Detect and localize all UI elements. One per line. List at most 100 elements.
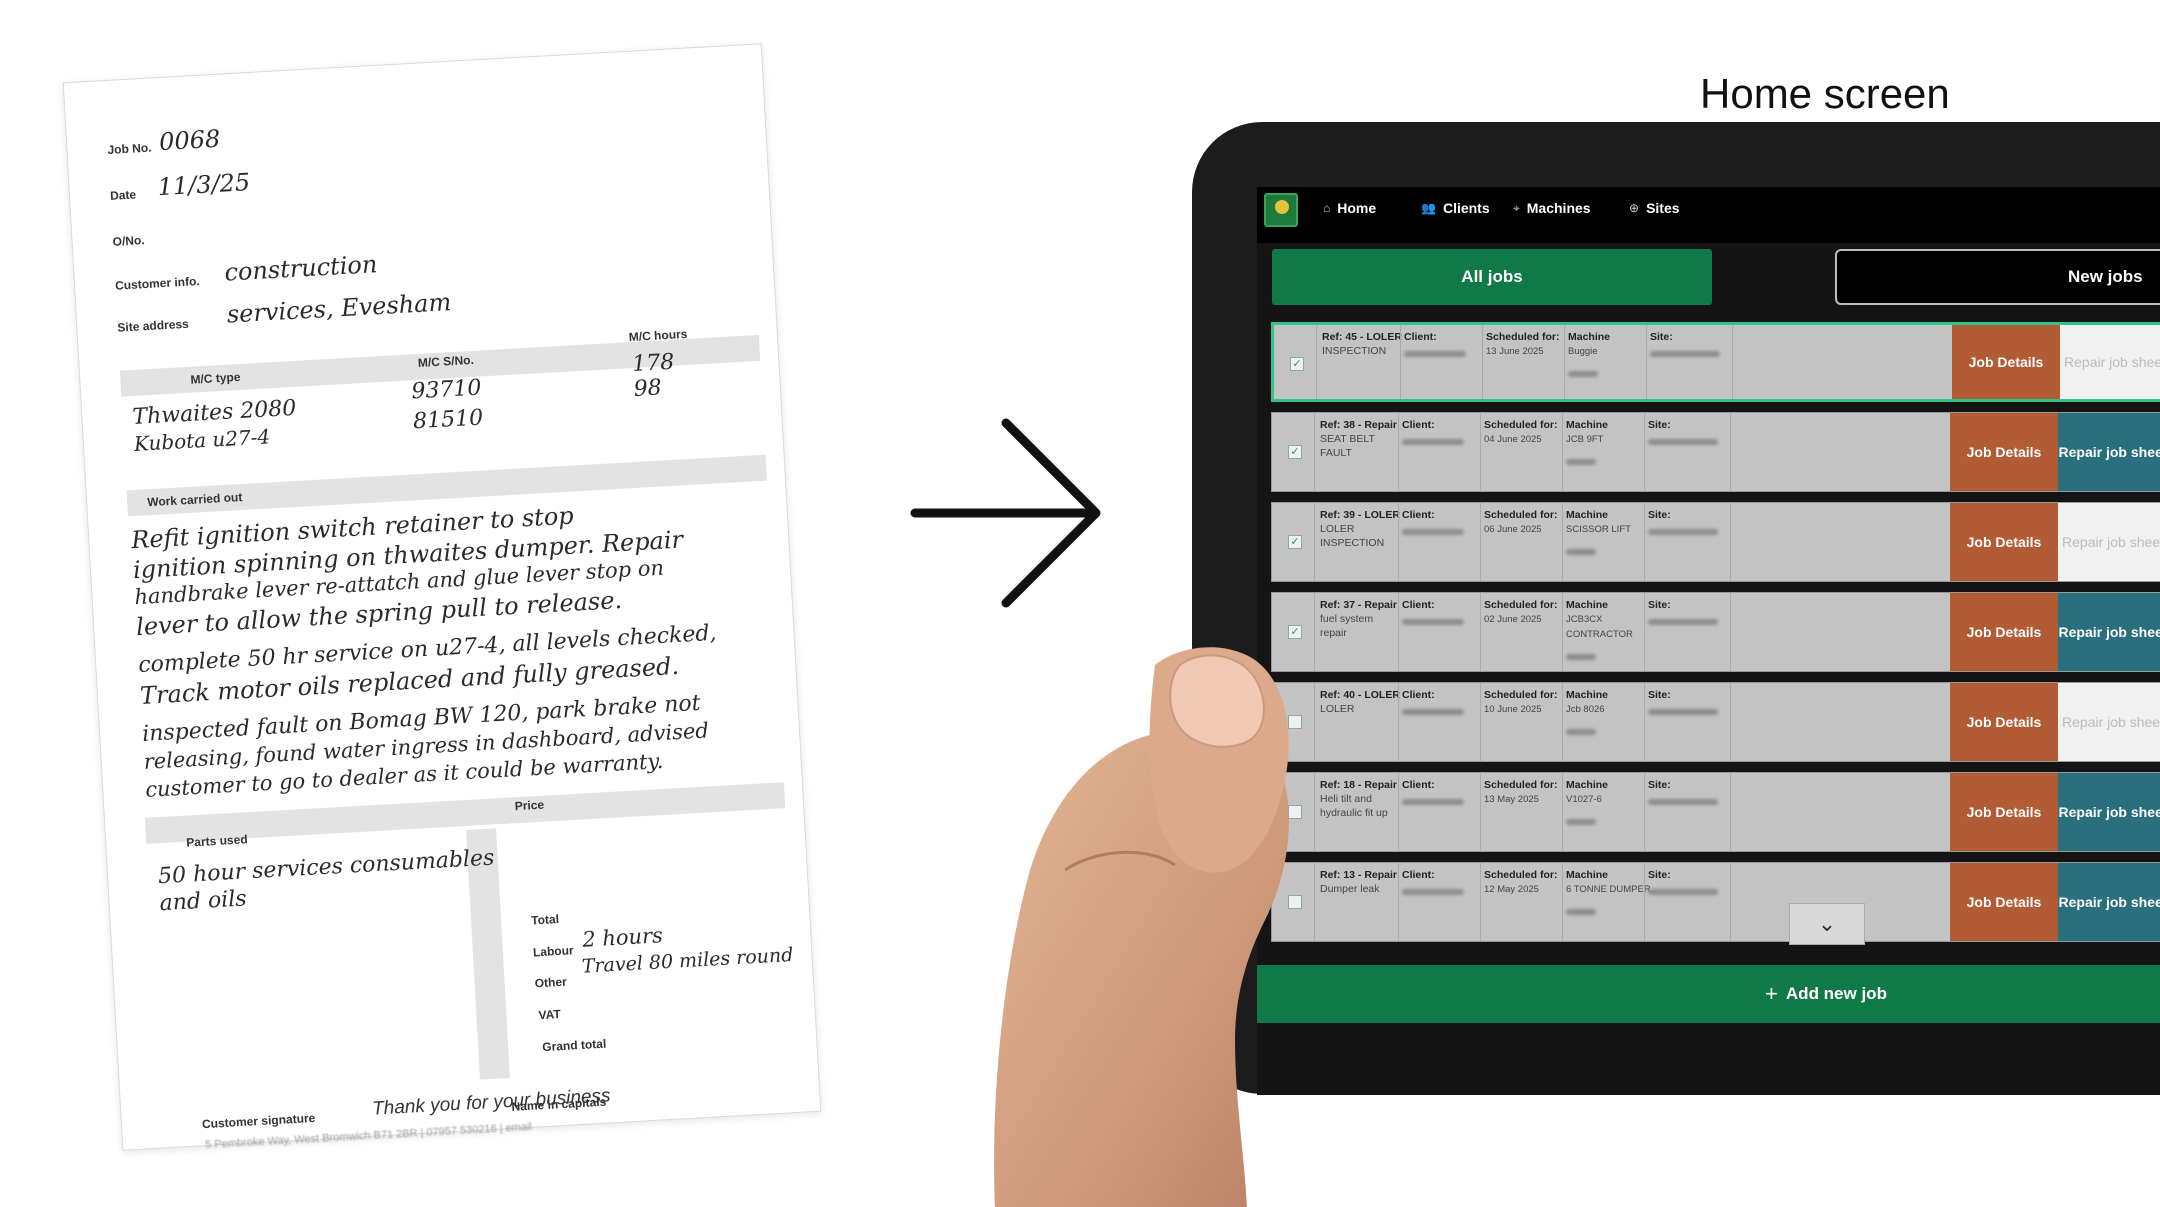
column-divider bbox=[1730, 413, 1731, 491]
job-list: ✓ Ref: 45 - LOLER INSPECTION Client: Sch… bbox=[1271, 322, 2160, 952]
job-row[interactable]: ✓ Ref: 45 - LOLER INSPECTION Client: Sch… bbox=[1271, 322, 2160, 402]
job-description: Heli tilt and hydraulic fit up bbox=[1320, 793, 1388, 819]
column-divider bbox=[1730, 863, 1731, 941]
column-divider bbox=[1314, 503, 1315, 581]
machine-2-type: Kubota u27-4 bbox=[133, 424, 271, 456]
repair-job-sheet-button[interactable]: Repair job sheet bbox=[2058, 503, 2160, 581]
job-details-button[interactable]: Job Details bbox=[1950, 683, 2058, 761]
column-divider bbox=[1482, 325, 1483, 399]
redacted-site bbox=[1648, 799, 1718, 805]
redacted-machine-id bbox=[1566, 459, 1596, 465]
job-row[interactable]: ✓ Ref: 38 - Repair SEAT BELT FAULT Clien… bbox=[1271, 412, 2160, 492]
job-ref: Ref: 45 - LOLER bbox=[1322, 331, 1402, 343]
app-screen: ⌂ Home 👥 Clients ⌖ Machines ⊕ Sites All … bbox=[1257, 187, 2160, 1095]
client-label: Client: bbox=[1402, 599, 1435, 611]
machine-name: SCISSOR LIFT bbox=[1566, 524, 1631, 535]
job-no-label: Job No. bbox=[107, 140, 152, 157]
machine-name: 6 TONNE DUMPER bbox=[1566, 884, 1651, 895]
redacted-machine-id bbox=[1566, 729, 1596, 735]
job-row[interactable]: ✓ Ref: 39 - LOLER LOLER INSPECTION Clien… bbox=[1271, 502, 2160, 582]
machine-name: Jcb 8026 bbox=[1566, 704, 1605, 715]
redacted-machine-id bbox=[1566, 549, 1596, 555]
repair-job-sheet-button[interactable]: Repair job sheet bbox=[2058, 593, 2160, 671]
job-row[interactable]: Ref: 40 - LOLER LOLER Client: Scheduled … bbox=[1271, 682, 2160, 762]
date-value: 11/3/25 bbox=[156, 168, 251, 202]
redacted-client bbox=[1402, 439, 1464, 445]
checkbox[interactable]: ✓ bbox=[1288, 535, 1302, 549]
column-divider bbox=[1644, 773, 1645, 851]
column-divider bbox=[1644, 683, 1645, 761]
column-divider bbox=[1400, 325, 1401, 399]
site-label: Site: bbox=[1648, 599, 1671, 611]
job-row[interactable]: Ref: 18 - Repair Heli tilt and hydraulic… bbox=[1271, 772, 2160, 852]
paper-job-sheet: Job No. 0068 Date 11/3/25 O/No. Customer… bbox=[62, 43, 822, 1151]
right-arrow-icon bbox=[910, 418, 1101, 608]
machine-1-sno: 93710 bbox=[410, 375, 483, 405]
work-carried-out-text: Refit ignition switch retainer to stop i… bbox=[64, 44, 761, 802]
scheduled-label: Scheduled for: bbox=[1486, 331, 1560, 343]
machine-1-hours: 178 bbox=[631, 349, 675, 377]
order-no-label: O/No. bbox=[112, 233, 146, 249]
column-divider bbox=[1314, 413, 1315, 491]
site-label: Site: bbox=[1648, 779, 1671, 791]
job-details-button[interactable]: Job Details bbox=[1950, 503, 2058, 581]
machine-2-hours: 98 bbox=[633, 375, 663, 402]
nav-machines[interactable]: ⌖ Machines bbox=[1513, 200, 1591, 216]
users-icon: 👥 bbox=[1421, 201, 1436, 215]
job-details-button[interactable]: Job Details bbox=[1950, 863, 2058, 941]
repair-job-sheet-button[interactable]: Repair job sheet bbox=[2058, 413, 2160, 491]
machine-2-sno: 81510 bbox=[412, 405, 484, 435]
redacted-site bbox=[1648, 889, 1718, 895]
column-divider bbox=[1562, 413, 1563, 491]
repair-job-sheet-button[interactable]: Repair job sheet bbox=[2058, 773, 2160, 851]
job-details-button[interactable]: Job Details bbox=[1952, 325, 2060, 399]
redacted-client bbox=[1402, 889, 1464, 895]
parts-used-label: Parts used bbox=[185, 832, 248, 850]
nav-clients[interactable]: 👥 Clients bbox=[1421, 200, 1490, 216]
checkbox[interactable]: ✓ bbox=[1290, 357, 1304, 371]
column-divider bbox=[1398, 503, 1399, 581]
mc-type-label: M/C type bbox=[190, 369, 241, 387]
scheduled-date: 13 May 2025 bbox=[1484, 794, 1539, 805]
company-logo[interactable] bbox=[1264, 193, 1298, 227]
nav-machines-label: Machines bbox=[1526, 200, 1591, 216]
job-row[interactable]: ✓ Ref: 37 - Repair fuel system repair Cl… bbox=[1271, 592, 2160, 672]
add-new-job-button[interactable]: + Add new job bbox=[1257, 965, 2160, 1023]
scheduled-label: Scheduled for: bbox=[1484, 599, 1558, 611]
job-no-value: 0068 bbox=[158, 124, 221, 157]
client-cell: Client: bbox=[1404, 330, 1482, 361]
redacted-client bbox=[1402, 619, 1464, 625]
column-divider bbox=[1562, 593, 1563, 671]
column-divider bbox=[1480, 773, 1481, 851]
nav-home[interactable]: ⌂ Home bbox=[1323, 200, 1376, 216]
job-details-button[interactable]: Job Details bbox=[1950, 773, 2058, 851]
column-divider bbox=[1644, 593, 1645, 671]
column-divider bbox=[1398, 683, 1399, 761]
job-ref: Ref: 38 - Repair bbox=[1320, 419, 1398, 431]
job-details-button[interactable]: Job Details bbox=[1950, 413, 2058, 491]
job-ref: Ref: 39 - LOLER bbox=[1320, 509, 1400, 521]
labour-label: Labour bbox=[532, 943, 574, 960]
repair-job-sheet-button[interactable]: Repair job sheet bbox=[2058, 863, 2160, 941]
column-divider bbox=[1644, 863, 1645, 941]
client-label: Client: bbox=[1402, 689, 1435, 701]
scheduled-label: Scheduled for: bbox=[1484, 689, 1558, 701]
tab-new-jobs[interactable]: New jobs bbox=[1835, 249, 2160, 305]
tab-all-jobs[interactable]: All jobs bbox=[1272, 249, 1712, 305]
client-label: Client: bbox=[1402, 419, 1435, 431]
nav-home-label: Home bbox=[1337, 200, 1377, 216]
column-divider bbox=[1564, 325, 1565, 399]
plus-icon: + bbox=[1765, 981, 1778, 1006]
scroll-down-button[interactable]: ⌄ bbox=[1789, 903, 1865, 945]
repair-job-sheet-button[interactable]: Repair job sheet bbox=[2058, 683, 2160, 761]
nav-sites[interactable]: ⊕ Sites bbox=[1629, 200, 1680, 216]
checkbox[interactable]: ✓ bbox=[1288, 445, 1302, 459]
repair-job-sheet-button[interactable]: Repair job sheet bbox=[2060, 325, 2160, 399]
job-details-button[interactable]: Job Details bbox=[1950, 593, 2058, 671]
scheduled-date: 10 June 2025 bbox=[1484, 704, 1542, 715]
job-row[interactable]: Ref: 13 - Repair Dumper leak Client: Sch… bbox=[1271, 862, 2160, 942]
site-label: Site: bbox=[1648, 689, 1671, 701]
labour-value: 2 hours bbox=[581, 923, 664, 952]
client-cell: Client: bbox=[1402, 508, 1480, 539]
column-divider bbox=[1398, 773, 1399, 851]
